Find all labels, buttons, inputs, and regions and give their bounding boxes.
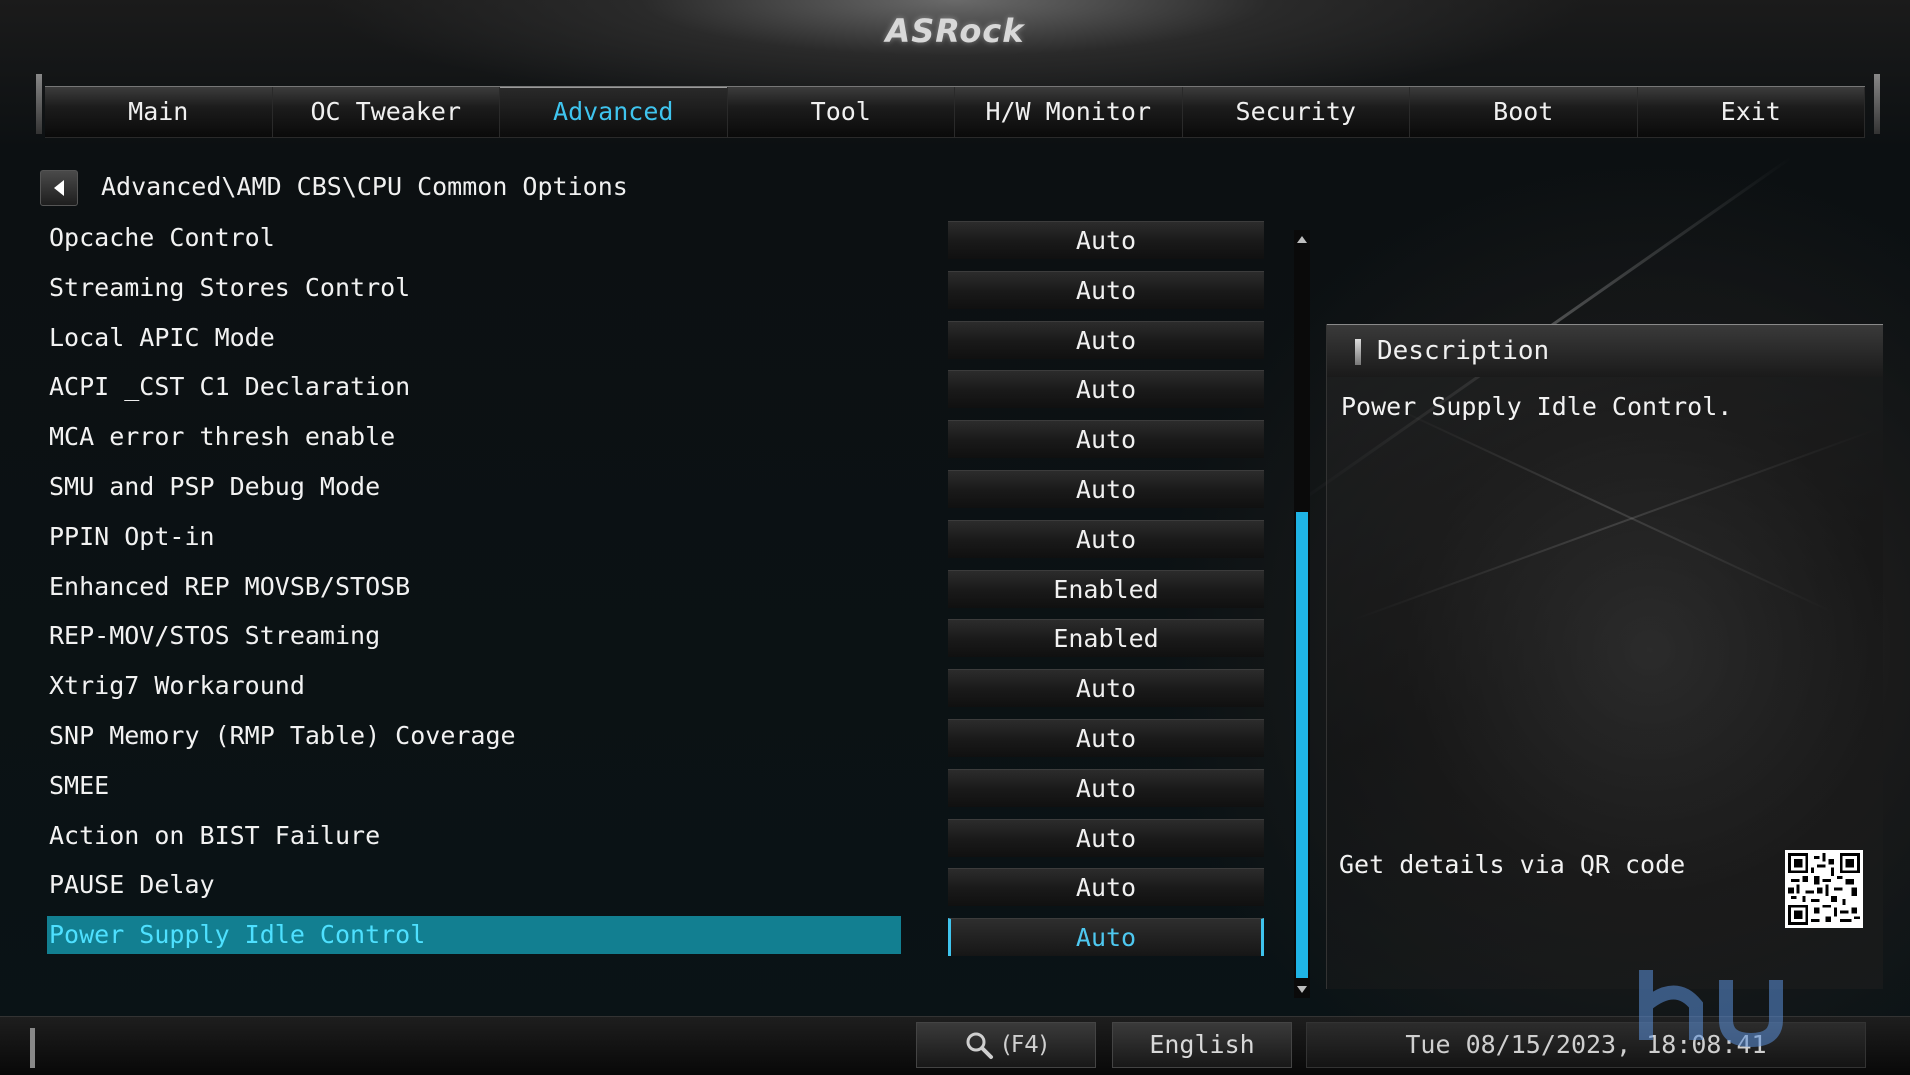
tab-tool[interactable]: Tool: [728, 87, 955, 137]
setting-label: REP-MOV/STOS Streaming: [49, 621, 381, 651]
setting-label: SMEE: [49, 770, 110, 800]
nav-edge-left: [36, 74, 42, 134]
setting-row[interactable]: Local APIC Mode Auto: [0, 316, 1290, 366]
main-tab-bar: Main OC Tweaker Advanced Tool H/W Monito…: [45, 86, 1865, 138]
setting-label: SMU and PSP Debug Mode: [49, 471, 381, 501]
description-title: Description: [1377, 336, 1550, 366]
tab-boot[interactable]: Boot: [1410, 87, 1638, 137]
setting-label: Opcache Control: [49, 223, 275, 252]
search-shortcut-label: (F4): [1002, 1032, 1048, 1058]
setting-label: PPIN Opt-in: [49, 521, 215, 551]
brand-logo: ASRock: [885, 12, 1025, 50]
description-panel: Description Power Supply Idle Control. G…: [1326, 324, 1883, 989]
setting-row[interactable]: Opcache Control Auto: [0, 216, 1290, 266]
watermark-logo: [1639, 970, 1783, 1048]
setting-label: Streaming Stores Control: [49, 272, 411, 302]
setting-row-selected[interactable]: Power Supply Idle Control Auto: [0, 913, 1290, 963]
setting-value[interactable]: Auto: [948, 768, 1264, 807]
settings-list: Opcache Control Auto Streaming Stores Con…: [0, 216, 1290, 963]
setting-value[interactable]: Auto: [948, 669, 1264, 708]
setting-value[interactable]: Auto: [948, 370, 1264, 409]
setting-row[interactable]: ACPI _CST C1 Declaration Auto: [0, 365, 1290, 415]
header-bar-icon: [1355, 339, 1361, 365]
setting-row[interactable]: Streaming Stores Control Auto: [0, 266, 1290, 316]
setting-value[interactable]: Auto: [948, 270, 1264, 309]
setting-value[interactable]: Auto: [948, 320, 1264, 359]
setting-row[interactable]: SMU and PSP Debug Mode Auto: [0, 465, 1290, 515]
setting-label: Action on BIST Failure: [49, 820, 381, 850]
tab-advanced[interactable]: Advanced: [500, 87, 728, 137]
setting-value[interactable]: Auto: [948, 420, 1264, 459]
tab-main[interactable]: Main: [45, 87, 273, 137]
description-header: Description: [1327, 324, 1883, 377]
triangle-down-icon: [1297, 985, 1307, 993]
qr-label: Get details via QR code: [1339, 850, 1686, 879]
setting-row[interactable]: MCA error thresh enable Auto: [0, 415, 1290, 465]
scroll-down-button[interactable]: [1294, 982, 1310, 996]
tab-oc-tweaker[interactable]: OC Tweaker: [273, 87, 500, 137]
setting-row[interactable]: Action on BIST Failure Auto: [0, 814, 1290, 864]
tab-security[interactable]: Security: [1183, 87, 1410, 137]
setting-label: SNP Memory (RMP Table) Coverage: [49, 720, 516, 750]
setting-value[interactable]: Auto: [948, 519, 1264, 558]
setting-row[interactable]: REP-MOV/STOS Streaming Enabled: [0, 614, 1290, 664]
breadcrumb: Advanced\AMD CBS\CPU Common Options: [101, 172, 628, 201]
back-button[interactable]: [40, 170, 78, 206]
setting-row[interactable]: Xtrig7 Workaround Auto: [0, 664, 1290, 714]
setting-value[interactable]: Auto: [948, 221, 1264, 259]
setting-row[interactable]: PPIN Opt-in Auto: [0, 515, 1290, 565]
setting-row[interactable]: Enhanced REP MOVSB/STOSB Enabled: [0, 565, 1290, 615]
setting-label: Power Supply Idle Control: [47, 916, 901, 955]
setting-label: Local APIC Mode: [49, 322, 275, 352]
tab-exit[interactable]: Exit: [1638, 87, 1865, 137]
scroll-thumb[interactable]: [1296, 512, 1308, 978]
setting-value[interactable]: Auto: [948, 868, 1264, 907]
setting-label: Xtrig7 Workaround: [49, 671, 305, 701]
chevron-left-icon: [54, 180, 64, 196]
setting-label: Enhanced REP MOVSB/STOSB: [49, 571, 411, 601]
qr-code-icon: [1785, 850, 1863, 928]
setting-value[interactable]: Auto: [948, 818, 1264, 857]
setting-value[interactable]: Auto: [948, 469, 1264, 508]
tab-hw-monitor[interactable]: H/W Monitor: [955, 87, 1183, 137]
scroll-up-button[interactable]: [1294, 232, 1310, 246]
language-button[interactable]: English: [1112, 1022, 1292, 1068]
footer-edge-left: [30, 1028, 35, 1068]
setting-value[interactable]: Auto: [948, 918, 1264, 957]
setting-value[interactable]: Auto: [948, 718, 1264, 757]
search-button[interactable]: (F4): [916, 1022, 1096, 1068]
setting-row[interactable]: SMEE Auto: [0, 764, 1290, 814]
description-text: Power Supply Idle Control.: [1341, 392, 1733, 421]
nav-edge-right: [1874, 74, 1880, 134]
settings-scrollbar[interactable]: [1294, 230, 1310, 998]
setting-value[interactable]: Enabled: [948, 569, 1264, 608]
setting-value[interactable]: Enabled: [948, 619, 1264, 658]
setting-label: PAUSE Delay: [49, 870, 215, 900]
setting-row[interactable]: PAUSE Delay Auto: [0, 863, 1290, 913]
triangle-up-icon: [1297, 235, 1307, 243]
setting-row[interactable]: SNP Memory (RMP Table) Coverage Auto: [0, 714, 1290, 764]
magnifier-icon: [966, 1032, 994, 1059]
setting-label: ACPI _CST C1 Declaration: [49, 372, 411, 402]
setting-label: MCA error thresh enable: [49, 422, 396, 452]
